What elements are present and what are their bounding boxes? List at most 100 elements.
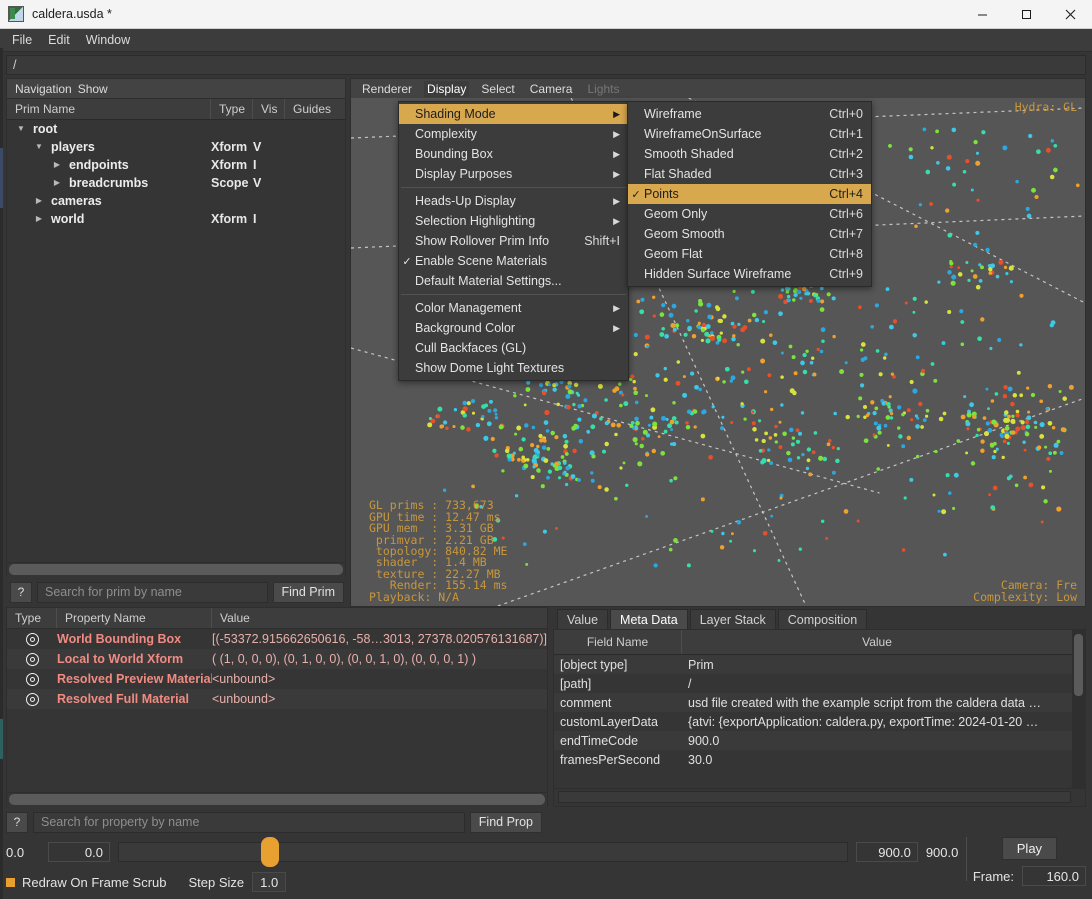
chevron-down-icon[interactable]: ▼ — [33, 138, 45, 156]
menu-window[interactable]: Window — [80, 31, 136, 49]
display-menu-item-bounding-box[interactable]: Bounding Box ▶ — [399, 144, 628, 164]
prim-search-input[interactable]: Search for prim by name — [37, 581, 268, 603]
minimize-icon[interactable] — [960, 0, 1004, 28]
outliner-row-vis[interactable]: I — [253, 158, 285, 172]
timeline-start-field[interactable]: 0.0 — [48, 842, 110, 862]
list-item[interactable]: endTimeCode 900.0 — [554, 731, 1072, 750]
redraw-checkbox-icon[interactable] — [6, 877, 15, 887]
tab-meta-data[interactable]: Meta Data — [610, 609, 688, 629]
shading-menu-item-smooth-shaded[interactable]: Smooth Shaded Ctrl+2 — [628, 144, 871, 164]
display-menu[interactable]: Shading Mode ▶ Complexity ▶ Bounding Box ▶ Dis… — [398, 101, 629, 381]
display-menu-item-enable-scene-materials[interactable]: ✓ Enable Scene Materials — [399, 251, 628, 271]
shading-mode-submenu[interactable]: Wireframe Ctrl+0 WireframeOnSurface Ctrl+1 S… — [627, 101, 872, 287]
outliner-hscrollbar-track[interactable] — [6, 563, 346, 577]
redraw-on-frame-scrub-toggle[interactable]: Redraw On Frame Scrub — [6, 875, 167, 890]
timeline-slider-handle[interactable] — [261, 837, 279, 867]
chevron-right-icon[interactable]: ▶ — [33, 210, 45, 228]
property-hscrollbar-thumb[interactable] — [9, 794, 545, 805]
display-menu-item-default-material-settings[interactable]: Default Material Settings... — [399, 271, 628, 291]
property-search-help-icon[interactable]: ? — [6, 811, 28, 833]
property-list[interactable]: World Bounding Box [(-53372.915662650616,… — [6, 629, 548, 793]
list-item[interactable]: framesPerSecond 30.0 — [554, 750, 1072, 769]
table-row[interactable]: World Bounding Box [(-53372.915662650616,… — [7, 629, 547, 649]
column-field-name[interactable]: Field Name — [554, 630, 682, 654]
timeline-slider[interactable] — [118, 837, 848, 867]
outliner-hscrollbar-thumb[interactable] — [9, 564, 343, 575]
display-menu-item-color-management[interactable]: Color Management ▶ — [399, 298, 628, 318]
outliner-row[interactable]: ▶ breadcrumbs Scope V — [7, 174, 345, 192]
metadata-hscrollbar-thumb[interactable] — [558, 791, 1071, 803]
display-menu-item-selection-highlighting[interactable]: Selection Highlighting ▶ — [399, 211, 628, 231]
display-menu-item-show-rollover-prim-info[interactable]: Show Rollover Prim Info Shift+I — [399, 231, 628, 251]
metadata-vscrollbar-track[interactable] — [1072, 630, 1085, 788]
outliner-menu-navigation[interactable]: Navigation — [15, 82, 72, 96]
frame-field[interactable]: 160.0 — [1022, 866, 1086, 886]
chevron-down-icon[interactable]: ▼ — [15, 120, 27, 138]
prim-search-help-icon[interactable]: ? — [10, 581, 32, 603]
shading-menu-item-geom-flat[interactable]: Geom Flat Ctrl+8 — [628, 244, 871, 264]
property-search-input[interactable]: Search for property by name — [33, 811, 465, 833]
outliner-row[interactable]: ▼ players Xform V — [7, 138, 345, 156]
display-menu-item-heads-up-display[interactable]: Heads-Up Display ▶ — [399, 191, 628, 211]
chevron-right-icon[interactable]: ▶ — [51, 156, 63, 174]
tab-layer-stack[interactable]: Layer Stack — [689, 609, 776, 629]
shading-menu-item-flat-shaded[interactable]: Flat Shaded Ctrl+3 — [628, 164, 871, 184]
shading-menu-item-geom-smooth[interactable]: Geom Smooth Ctrl+7 — [628, 224, 871, 244]
play-button[interactable]: Play — [1001, 837, 1058, 860]
prim-path-input[interactable]: / — [6, 55, 1086, 75]
display-menu-item-background-color[interactable]: Background Color ▶ — [399, 318, 628, 338]
column-prim-name[interactable]: Prim Name — [7, 99, 211, 119]
outliner-row-vis[interactable]: V — [253, 140, 285, 154]
table-row[interactable]: Resolved Preview Material <unbound> — [7, 669, 547, 689]
tab-composition[interactable]: Composition — [777, 609, 868, 629]
metadata-vscrollbar-thumb[interactable] — [1074, 634, 1083, 696]
display-menu-item-complexity[interactable]: Complexity ▶ — [399, 124, 628, 144]
viewport-menu-camera[interactable]: Camera — [527, 81, 576, 97]
property-hscrollbar-track[interactable] — [6, 793, 548, 807]
column-prop-type[interactable]: Type — [7, 608, 57, 628]
viewport-menu-select[interactable]: Select — [478, 81, 517, 97]
outliner-tree[interactable]: ▼ root ▼ players Xform V ▶ endpoints Xform I ▶ brea… — [6, 120, 346, 563]
step-size-field[interactable]: 1.0 — [252, 872, 287, 892]
chevron-right-icon[interactable]: ▶ — [51, 174, 63, 192]
find-prim-button[interactable]: Find Prim — [272, 581, 344, 603]
outliner-row[interactable]: ▶ cameras — [7, 192, 345, 210]
list-item[interactable]: comment usd file created with the example… — [554, 693, 1072, 712]
column-prop-value[interactable]: Value — [212, 608, 547, 628]
outliner-row[interactable]: ▶ world Xform I — [7, 210, 345, 228]
display-menu-item-cull-backfaces-gl[interactable]: Cull Backfaces (GL) — [399, 338, 628, 358]
outliner-row-vis[interactable]: V — [253, 176, 285, 190]
column-guides[interactable]: Guides — [285, 99, 345, 119]
shading-menu-item-geom-only[interactable]: Geom Only Ctrl+6 — [628, 204, 871, 224]
column-type[interactable]: Type — [211, 99, 253, 119]
shading-menu-item-hidden-surface-wireframe[interactable]: Hidden Surface Wireframe Ctrl+9 — [628, 264, 871, 284]
column-field-value[interactable]: Value — [682, 630, 1072, 654]
shading-menu-item-wireframe[interactable]: Wireframe Ctrl+0 — [628, 104, 871, 124]
viewport-menu-renderer[interactable]: Renderer — [359, 81, 415, 97]
timeline-end-field[interactable]: 900.0 — [855, 842, 918, 862]
list-item[interactable]: [path] / — [554, 674, 1072, 693]
metadata-hscrollbar-track[interactable] — [553, 789, 1086, 807]
shading-menu-item-wireframeonsurface[interactable]: WireframeOnSurface Ctrl+1 — [628, 124, 871, 144]
column-vis[interactable]: Vis — [253, 99, 285, 119]
menu-file[interactable]: File — [6, 31, 38, 49]
display-menu-item-shading-mode[interactable]: Shading Mode ▶ — [399, 104, 628, 124]
outliner-row-vis[interactable]: I — [253, 212, 285, 226]
display-menu-item-show-dome-light-textures[interactable]: Show Dome Light Textures — [399, 358, 628, 378]
maximize-icon[interactable] — [1004, 0, 1048, 28]
outliner-row[interactable]: ▶ endpoints Xform I — [7, 156, 345, 174]
list-item[interactable]: customLayerData {atvi: {exportApplication… — [554, 712, 1072, 731]
display-menu-item-display-purposes[interactable]: Display Purposes ▶ — [399, 164, 628, 184]
viewport-menu-display[interactable]: Display — [424, 80, 470, 97]
list-item[interactable]: [object type] Prim — [554, 655, 1072, 674]
chevron-right-icon[interactable]: ▶ — [33, 192, 45, 210]
menu-edit[interactable]: Edit — [42, 31, 76, 49]
metadata-rows[interactable]: [object type] Prim [path] / comment usd file … — [554, 655, 1072, 769]
find-prop-button[interactable]: Find Prop — [469, 811, 542, 833]
close-icon[interactable] — [1048, 0, 1092, 28]
outliner-row[interactable]: ▼ root — [7, 120, 345, 138]
table-row[interactable]: Resolved Full Material <unbound> — [7, 689, 547, 709]
shading-menu-item-points[interactable]: ✓ Points Ctrl+4 — [628, 184, 871, 204]
tab-value[interactable]: Value — [557, 609, 609, 629]
column-prop-name[interactable]: Property Name — [57, 608, 212, 628]
